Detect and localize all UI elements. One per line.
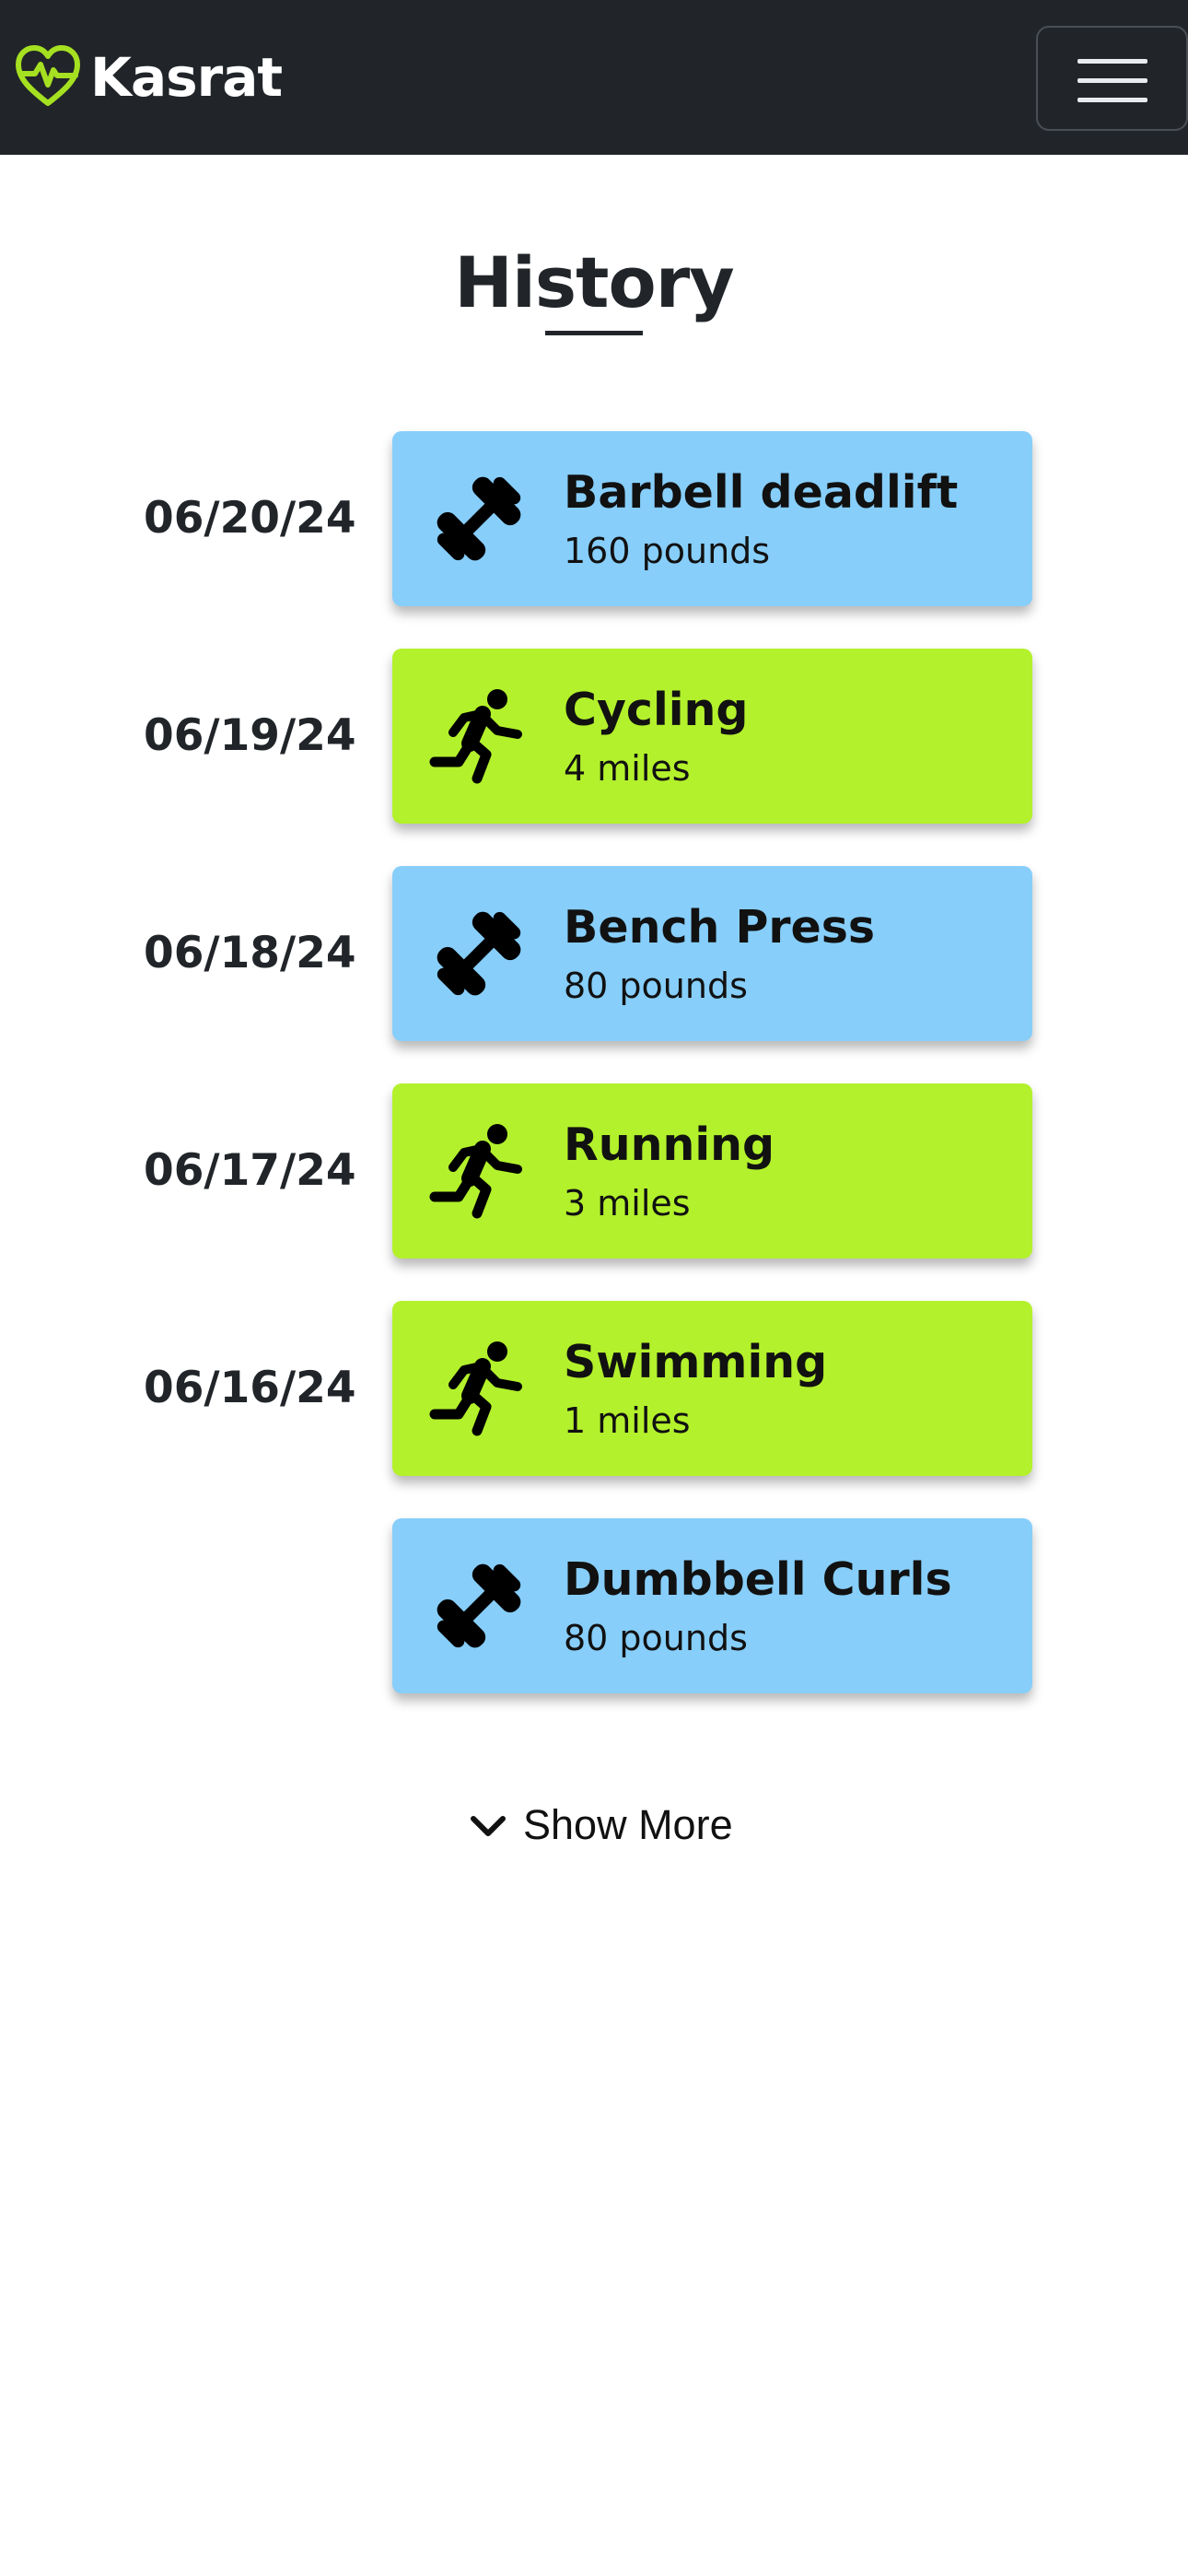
top-navbar: Kasrat bbox=[0, 0, 1188, 155]
show-more-label: Show More bbox=[523, 1801, 733, 1848]
workout-detail: 80 pounds bbox=[564, 966, 748, 1006]
chevron-down-icon bbox=[471, 1816, 506, 1836]
running-person-icon bbox=[429, 1339, 529, 1438]
workout-name: Barbell deadlift bbox=[564, 466, 959, 519]
workout-name: Swimming bbox=[564, 1336, 828, 1388]
workout-detail: 80 pounds bbox=[564, 1618, 748, 1658]
history-row: Dumbbell Curls 80 pounds bbox=[0, 1518, 1188, 1693]
workout-card[interactable]: Bench Press 80 pounds bbox=[392, 866, 1032, 1041]
workout-card[interactable]: Barbell deadlift 160 pounds bbox=[392, 431, 1032, 606]
page-title: History bbox=[454, 241, 734, 323]
running-person-icon bbox=[429, 686, 529, 786]
workout-card[interactable]: Running 3 miles bbox=[392, 1083, 1032, 1259]
dumbbell-icon bbox=[429, 1556, 529, 1656]
brand[interactable]: Kasrat bbox=[13, 41, 283, 114]
running-person-icon bbox=[429, 1121, 529, 1221]
history-date: 06/18/24 bbox=[144, 928, 356, 978]
history-row: 06/18/24 Bench Press 80 pounds bbox=[0, 866, 1188, 1041]
workout-card[interactable]: Dumbbell Curls 80 pounds bbox=[392, 1518, 1032, 1693]
workout-detail: 4 miles bbox=[564, 748, 691, 789]
history-date: 06/17/24 bbox=[144, 1145, 356, 1196]
workout-name: Dumbbell Curls bbox=[564, 1553, 952, 1606]
history-row: 06/17/24 Running 3 miles bbox=[0, 1083, 1188, 1259]
history-date: 06/20/24 bbox=[144, 493, 356, 544]
workout-name: Cycling bbox=[564, 684, 749, 736]
workout-card[interactable]: Swimming 1 miles bbox=[392, 1301, 1032, 1476]
history-date bbox=[144, 1518, 365, 1693]
history-date: 06/16/24 bbox=[144, 1363, 356, 1413]
show-more-button[interactable]: Show More bbox=[468, 1793, 733, 1857]
title-underline bbox=[545, 331, 643, 335]
workout-name: Bench Press bbox=[564, 901, 876, 954]
workout-detail: 3 miles bbox=[564, 1183, 691, 1224]
menu-toggle-button[interactable] bbox=[1036, 26, 1188, 131]
workout-name: Running bbox=[564, 1118, 775, 1171]
history-row: 06/20/24 Barbell deadlift 160 pounds bbox=[0, 431, 1188, 606]
workout-detail: 160 pounds bbox=[564, 531, 771, 571]
brand-name: Kasrat bbox=[90, 46, 283, 109]
history-row: 06/16/24 Swimming 1 miles bbox=[0, 1301, 1188, 1476]
workout-detail: 1 miles bbox=[564, 1400, 691, 1441]
history-date: 06/19/24 bbox=[144, 710, 356, 761]
dumbbell-icon bbox=[429, 904, 529, 1003]
dumbbell-icon bbox=[429, 469, 529, 568]
heartbeat-logo-icon bbox=[16, 45, 80, 106]
history-row: 06/19/24 Cycling 4 miles bbox=[0, 649, 1188, 824]
workout-card[interactable]: Cycling 4 miles bbox=[392, 649, 1032, 824]
